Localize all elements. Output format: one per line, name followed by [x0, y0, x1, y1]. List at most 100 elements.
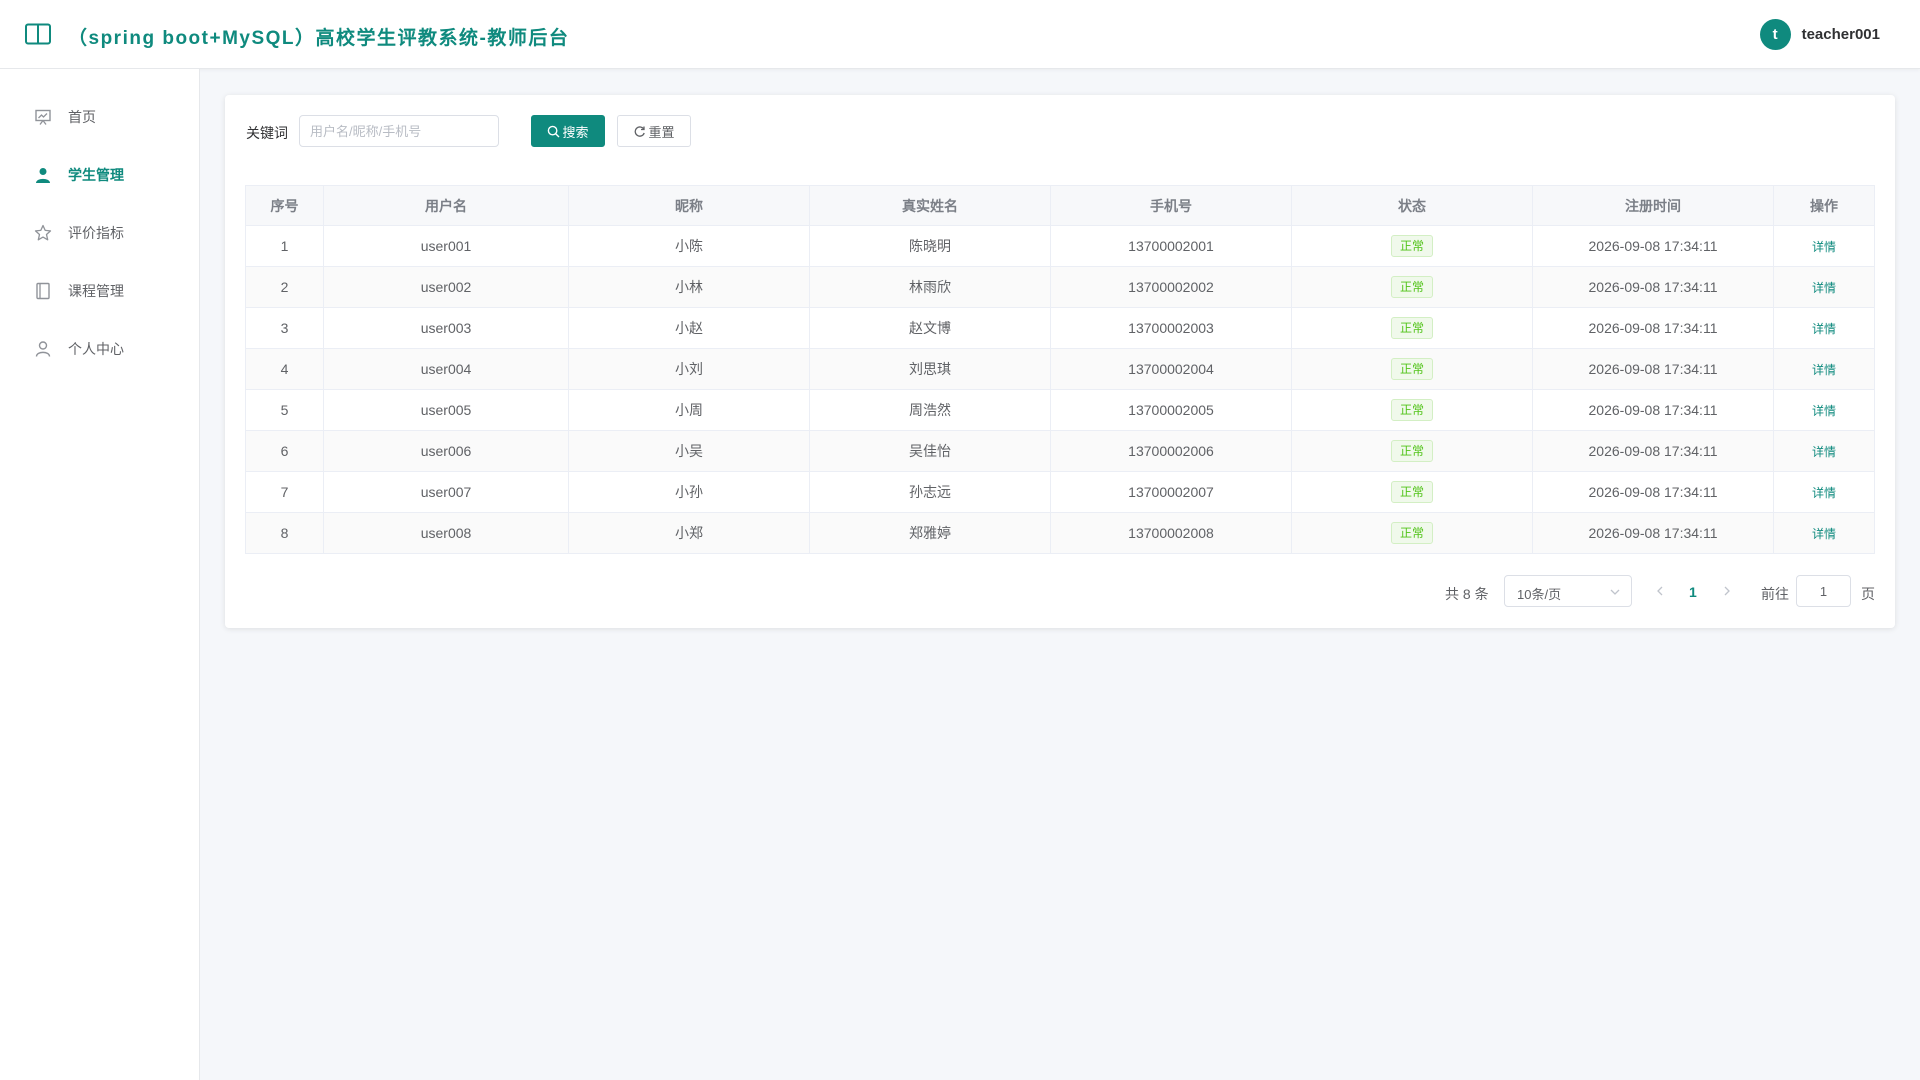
- student-table: 序号 用户名 昵称 真实姓名 手机号 状态 注册时间 操作 1 user001 …: [245, 185, 1875, 554]
- realname-cell: 郑雅婷: [809, 512, 1051, 554]
- action-cell: 详情: [1773, 512, 1875, 554]
- nickname-cell: 小孙: [568, 471, 810, 513]
- table-row: 2 user002 小林 林雨欣 13700002002 正常 2026-09-…: [245, 266, 1875, 308]
- username-cell: user004: [323, 348, 569, 390]
- sidebar-item-home[interactable]: 首页: [0, 88, 199, 146]
- username-cell: user008: [323, 512, 569, 554]
- app-title: （spring boot+MySQL）高校学生评教系统-教师后台: [68, 28, 570, 49]
- row-index: 1: [245, 225, 324, 267]
- search-button-label: 搜索: [562, 124, 589, 140]
- table-row: 6 user006 小吴 吴佳怡 13700002006 正常 2026-09-…: [245, 430, 1875, 472]
- top-header: （spring boot+MySQL）高校学生评教系统-教师后台 t teach…: [0, 0, 1920, 69]
- row-index: 5: [245, 389, 324, 431]
- phone-cell: 13700002002: [1050, 266, 1292, 308]
- username-cell: user001: [323, 225, 569, 267]
- action-cell: 详情: [1773, 348, 1875, 390]
- table-row: 7 user007 小孙 孙志远 13700002007 正常 2026-09-…: [245, 471, 1875, 513]
- created-time-cell: 2026-09-08 17:34:11: [1532, 266, 1774, 308]
- created-time-cell: 2026-09-08 17:34:11: [1532, 348, 1774, 390]
- page-size-select[interactable]: 10条/页: [1504, 575, 1632, 607]
- keyword-search-input[interactable]: [299, 115, 499, 147]
- chevron-down-icon: [1610, 589, 1620, 595]
- reset-button[interactable]: 重置: [617, 115, 691, 147]
- created-time-cell: 2026-09-08 17:34:11: [1532, 512, 1774, 554]
- user-outline-icon: [35, 341, 51, 357]
- nickname-cell: 小郑: [568, 512, 810, 554]
- username-cell: user006: [323, 430, 569, 472]
- goto-page-input[interactable]: [1796, 575, 1851, 607]
- avatar[interactable]: t: [1759, 19, 1791, 50]
- status-badge: 正常: [1390, 276, 1433, 298]
- sidebar: 首页 学生管理 评价指标 课程管理 个人中心: [0, 69, 200, 1080]
- username[interactable]: teacher001: [1802, 26, 1880, 43]
- sidebar-item-evaluation[interactable]: 评价指标: [0, 204, 199, 262]
- user-menu[interactable]: t teacher001: [1759, 19, 1880, 50]
- column-header: 序号: [245, 185, 324, 226]
- realname-cell: 孙志远: [809, 471, 1051, 513]
- status-cell: 正常: [1291, 307, 1533, 349]
- student-list-card: 关键词 搜索 重置 序号 用户名 昵称 真实姓名 手机号 状态 注: [225, 95, 1895, 628]
- phone-cell: 13700002005: [1050, 389, 1292, 431]
- reset-button-label: 重置: [648, 124, 675, 140]
- detail-link[interactable]: 详情: [1812, 281, 1836, 295]
- table-row: 1 user001 小陈 陈晓明 13700002001 正常 2026-09-…: [245, 225, 1875, 267]
- status-cell: 正常: [1291, 225, 1533, 267]
- nickname-cell: 小周: [568, 389, 810, 431]
- page-number-current[interactable]: 1: [1689, 584, 1697, 600]
- status-cell: 正常: [1291, 430, 1533, 472]
- detail-link[interactable]: 详情: [1812, 445, 1836, 459]
- search-icon: [548, 125, 560, 137]
- sidebar-item-label: 评价指标: [68, 225, 124, 241]
- search-button[interactable]: 搜索: [531, 115, 605, 147]
- nickname-cell: 小林: [568, 266, 810, 308]
- row-index: 2: [245, 266, 324, 308]
- action-cell: 详情: [1773, 471, 1875, 513]
- username-cell: user005: [323, 389, 569, 431]
- detail-link[interactable]: 详情: [1812, 363, 1836, 377]
- sidebar-item-students[interactable]: 学生管理: [0, 146, 199, 204]
- status-cell: 正常: [1291, 348, 1533, 390]
- detail-link[interactable]: 详情: [1812, 240, 1836, 254]
- phone-cell: 13700002008: [1050, 512, 1292, 554]
- phone-cell: 13700002004: [1050, 348, 1292, 390]
- realname-cell: 林雨欣: [809, 266, 1051, 308]
- created-time-cell: 2026-09-08 17:34:11: [1532, 225, 1774, 267]
- detail-link[interactable]: 详情: [1812, 404, 1836, 418]
- pagination: 共 8 条 10条/页 1 前往 页: [225, 575, 1895, 609]
- status-badge: 正常: [1390, 399, 1433, 421]
- nickname-cell: 小刘: [568, 348, 810, 390]
- page-size-value: 10条/页: [1517, 587, 1562, 602]
- goto-label: 前往: [1761, 586, 1789, 602]
- next-page-button[interactable]: [1722, 584, 1732, 600]
- sidebar-item-courses[interactable]: 课程管理: [0, 262, 199, 320]
- status-cell: 正常: [1291, 266, 1533, 308]
- status-cell: 正常: [1291, 512, 1533, 554]
- nickname-cell: 小吴: [568, 430, 810, 472]
- phone-cell: 13700002003: [1050, 307, 1292, 349]
- status-badge: 正常: [1390, 481, 1433, 503]
- sidebar-item-profile[interactable]: 个人中心: [0, 320, 199, 378]
- detail-link[interactable]: 详情: [1812, 322, 1836, 336]
- phone-cell: 13700002001: [1050, 225, 1292, 267]
- table-row: 3 user003 小赵 赵文博 13700002003 正常 2026-09-…: [245, 307, 1875, 349]
- nickname-cell: 小陈: [568, 225, 810, 267]
- column-header: 操作: [1773, 185, 1875, 226]
- detail-link[interactable]: 详情: [1812, 527, 1836, 541]
- keyword-label: 关键词: [246, 125, 288, 141]
- table-header: 序号 用户名 昵称 真实姓名 手机号 状态 注册时间 操作: [245, 185, 1875, 226]
- table-row: 4 user004 小刘 刘思琪 13700002004 正常 2026-09-…: [245, 348, 1875, 390]
- detail-link[interactable]: 详情: [1812, 486, 1836, 500]
- created-time-cell: 2026-09-08 17:34:11: [1532, 430, 1774, 472]
- table-row: 8 user008 小郑 郑雅婷 13700002008 正常 2026-09-…: [245, 512, 1875, 554]
- notebook-icon: [36, 282, 50, 300]
- phone-cell: 13700002006: [1050, 430, 1292, 472]
- created-time-cell: 2026-09-08 17:34:11: [1532, 389, 1774, 431]
- realname-cell: 刘思琪: [809, 348, 1051, 390]
- status-badge: 正常: [1390, 440, 1433, 462]
- prev-page-button[interactable]: [1655, 584, 1665, 600]
- star-icon: [34, 224, 52, 241]
- action-cell: 详情: [1773, 307, 1875, 349]
- column-header: 注册时间: [1532, 185, 1774, 226]
- nickname-cell: 小赵: [568, 307, 810, 349]
- row-index: 6: [245, 430, 324, 472]
